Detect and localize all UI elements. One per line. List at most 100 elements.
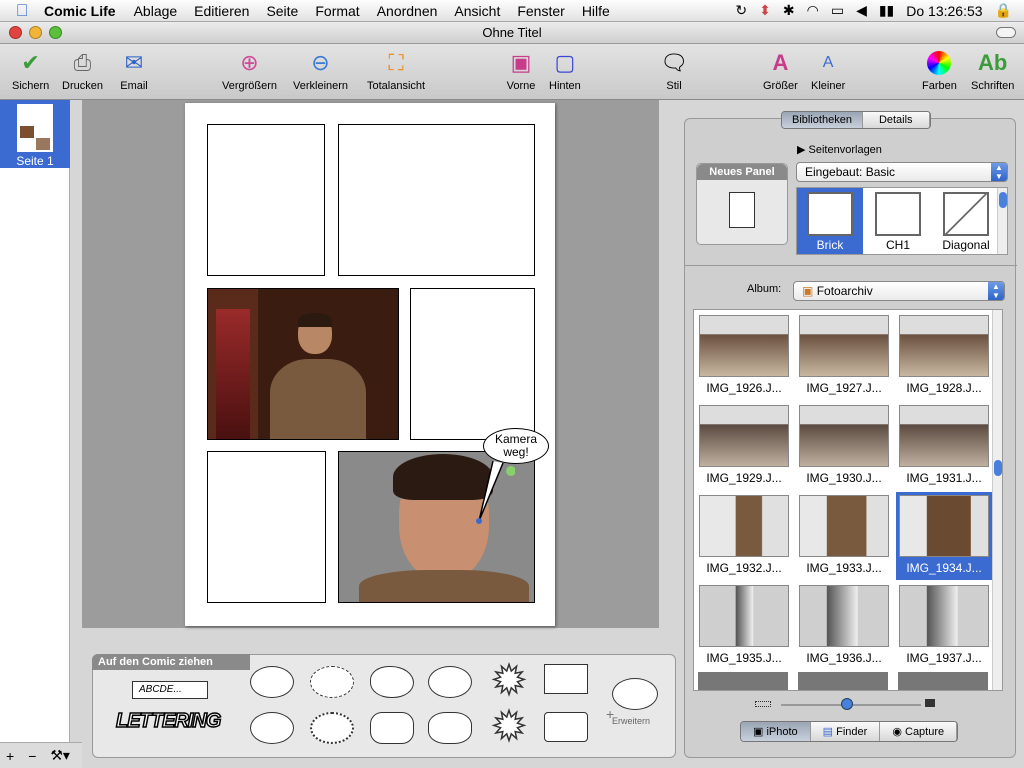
- photo-item-1931[interactable]: IMG_1931.J...: [896, 402, 992, 490]
- erweitern-label[interactable]: Erweitern: [612, 716, 650, 726]
- verkleinern-button[interactable]: ⊖ Verkleinern: [293, 48, 348, 92]
- caption-box-element-2[interactable]: [544, 712, 588, 742]
- photo-item-1927[interactable]: IMG_1927.J...: [796, 312, 892, 400]
- page-thumbnail[interactable]: Seite 1: [0, 100, 70, 168]
- sichern-button[interactable]: ✔ Sichern: [12, 48, 49, 92]
- bubble-whisper-element[interactable]: [310, 666, 354, 698]
- sidebar-controls: + − ⚒▾: [0, 742, 82, 768]
- bubble-burst-element-2[interactable]: ✹: [486, 706, 532, 748]
- source-capture[interactable]: ◉ Capture: [880, 722, 958, 741]
- menu-fenster[interactable]: Fenster: [517, 3, 564, 19]
- bubble-burst-element[interactable]: ✹: [486, 660, 532, 702]
- window-titlebar: Ohne Titel: [0, 22, 1024, 44]
- size-slider-thumb[interactable]: [841, 698, 853, 710]
- bubble-rounded-rect-element[interactable]: [370, 712, 414, 744]
- photo-item-1929[interactable]: IMG_1929.J...: [696, 402, 792, 490]
- bluetooth-icon[interactable]: ✱: [783, 2, 795, 19]
- comic-panel-5[interactable]: [207, 451, 326, 603]
- remove-page-icon[interactable]: −: [28, 748, 36, 764]
- photo-item-1934[interactable]: IMG_1934.J...: [896, 492, 992, 580]
- template-diagonal[interactable]: Diagonal: [933, 188, 999, 254]
- comic-panel-2[interactable]: [338, 124, 535, 276]
- zoom-icon[interactable]: [49, 26, 62, 39]
- caption-box-element[interactable]: [544, 664, 588, 694]
- menu-anordnen[interactable]: Anordnen: [377, 3, 438, 19]
- bubble-oval-element[interactable]: [428, 666, 472, 698]
- clock[interactable]: Do 13:26:53: [906, 3, 982, 19]
- bubble-round-element[interactable]: [250, 666, 294, 698]
- photo-item-1930[interactable]: IMG_1930.J...: [796, 402, 892, 490]
- bubble-round-element-2[interactable]: [250, 712, 294, 744]
- bubble-more-element[interactable]: [612, 678, 658, 710]
- small-size-icon: [755, 701, 771, 707]
- schriften-button[interactable]: Ab Schriften: [971, 48, 1014, 92]
- seitenvorlagen-disclosure[interactable]: ▶ Seitenvorlagen: [797, 143, 882, 156]
- comic-panel-3[interactable]: [207, 288, 399, 440]
- photo-item-1935[interactable]: IMG_1935.J...: [696, 582, 792, 670]
- photo-item-1926[interactable]: IMG_1926.J...: [696, 312, 792, 400]
- comic-panel-1[interactable]: [207, 124, 325, 276]
- comic-page[interactable]: Kamera weg!: [185, 103, 555, 626]
- volume-icon[interactable]: ◀: [856, 2, 867, 19]
- drucken-button[interactable]: ⎙ Drucken: [62, 48, 103, 92]
- tools-icon[interactable]: ⚒▾: [50, 747, 70, 764]
- wifi-icon[interactable]: ◠: [807, 2, 819, 19]
- menu-hilfe[interactable]: Hilfe: [582, 3, 610, 19]
- groesser-label: Größer: [763, 80, 798, 92]
- drucken-label: Drucken: [62, 80, 103, 92]
- source-finder[interactable]: ▤ Finder: [810, 722, 881, 741]
- photo-item-1928[interactable]: IMG_1928.J...: [896, 312, 992, 400]
- text-box-element[interactable]: ABCDE...: [132, 681, 208, 699]
- groesser-button[interactable]: A Größer: [763, 48, 798, 92]
- hinten-button[interactable]: ▢ Hinten: [549, 48, 581, 92]
- menu-ansicht[interactable]: Ansicht: [454, 3, 500, 19]
- apple-icon[interactable]: : [0, 1, 44, 21]
- source-iphoto[interactable]: ▣ iPhoto: [741, 722, 811, 741]
- tab-details[interactable]: Details: [862, 112, 930, 128]
- template-scrollbar[interactable]: [997, 188, 1007, 254]
- toolbar-toggle-icon[interactable]: [996, 27, 1016, 38]
- bubble-fuzzy-element[interactable]: [310, 712, 354, 744]
- photo-item-1933[interactable]: IMG_1933.J...: [796, 492, 892, 580]
- minimize-icon[interactable]: [29, 26, 42, 39]
- display-icon[interactable]: ▭: [831, 2, 844, 19]
- template-ch1[interactable]: CH1: [865, 188, 931, 254]
- menu-format[interactable]: Format: [315, 3, 359, 19]
- menu-seite[interactable]: Seite: [266, 3, 298, 19]
- farben-button[interactable]: Farben: [922, 48, 957, 92]
- fonts-icon: Ab: [978, 50, 1008, 75]
- sync-icon[interactable]: ↻: [735, 2, 747, 19]
- album-select[interactable]: ▣ Fotoarchiv ▲ ▼: [793, 281, 1005, 301]
- timemachine-icon[interactable]: ⬍: [759, 2, 771, 19]
- lettering-element[interactable]: LETTERING: [115, 709, 222, 744]
- photo-item-1937[interactable]: IMG_1937.J...: [896, 582, 992, 670]
- kleiner-button[interactable]: A Kleiner: [811, 48, 845, 92]
- photo-item-1932[interactable]: IMG_1932.J...: [696, 492, 792, 580]
- email-button[interactable]: ✉ Email: [119, 48, 149, 92]
- add-page-icon[interactable]: +: [6, 748, 14, 764]
- close-icon[interactable]: [9, 26, 22, 39]
- ch1-template-icon: [875, 192, 921, 236]
- speech-bubble-tail: [476, 460, 515, 524]
- menu-app[interactable]: Comic Life: [44, 3, 116, 19]
- source-capture-label: Capture: [905, 726, 945, 738]
- photo-scrollbar-thumb[interactable]: [994, 460, 1002, 476]
- album-select-value: Fotoarchiv: [816, 284, 873, 298]
- template-select[interactable]: Eingebaut: Basic ▲ ▼: [796, 162, 1008, 182]
- menu-editieren[interactable]: Editieren: [194, 3, 249, 19]
- template-brick[interactable]: Brick: [797, 188, 863, 254]
- bubble-thought-element[interactable]: [370, 666, 414, 698]
- menu-ablage[interactable]: Ablage: [134, 3, 178, 19]
- totalansicht-button[interactable]: ⛶ Totalansicht: [367, 48, 425, 92]
- vorne-button[interactable]: ▣ Vorne: [506, 48, 536, 92]
- vergroessern-button[interactable]: ⊕ Vergrößern: [222, 48, 277, 92]
- photo-item-1936[interactable]: IMG_1936.J...: [796, 582, 892, 670]
- battery-icon[interactable]: ▮▮: [879, 2, 894, 19]
- tab-bibliotheken[interactable]: Bibliotheken: [782, 112, 863, 128]
- lock-icon[interactable]: 🔒: [995, 2, 1012, 19]
- stil-button[interactable]: 🗨 Stil: [659, 48, 689, 92]
- neues-panel-box[interactable]: Neues Panel: [696, 163, 788, 245]
- comic-panel-4[interactable]: [410, 288, 535, 440]
- bubble-cloud-element[interactable]: [428, 712, 472, 744]
- photo-scrollbar[interactable]: [992, 310, 1002, 690]
